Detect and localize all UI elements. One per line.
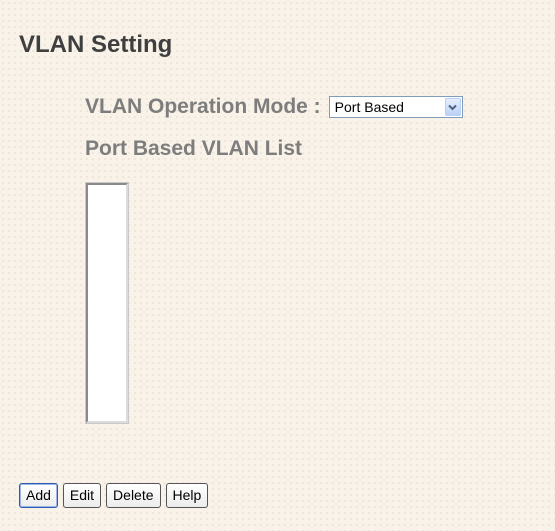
add-button[interactable]: Add bbox=[19, 483, 58, 508]
delete-button[interactable]: Delete bbox=[106, 483, 161, 508]
vlan-mode-label: VLAN Operation Mode : bbox=[85, 95, 321, 118]
vlan-mode-row: VLAN Operation Mode : Port Based bbox=[85, 94, 463, 120]
page-title: VLAN Setting bbox=[19, 31, 173, 58]
action-button-row: Add Edit Delete Help bbox=[19, 483, 209, 508]
vlan-list-box[interactable] bbox=[85, 182, 129, 424]
edit-button[interactable]: Edit bbox=[62, 483, 102, 508]
vlan-list-label: Port Based VLAN List bbox=[85, 137, 303, 160]
vlan-mode-select[interactable]: Port Based bbox=[328, 96, 463, 118]
chevron-down-icon-glyph bbox=[448, 104, 457, 110]
help-button[interactable]: Help bbox=[165, 483, 209, 508]
vlan-mode-selected-value: Port Based bbox=[334, 99, 404, 115]
chevron-down-icon[interactable] bbox=[444, 98, 461, 116]
